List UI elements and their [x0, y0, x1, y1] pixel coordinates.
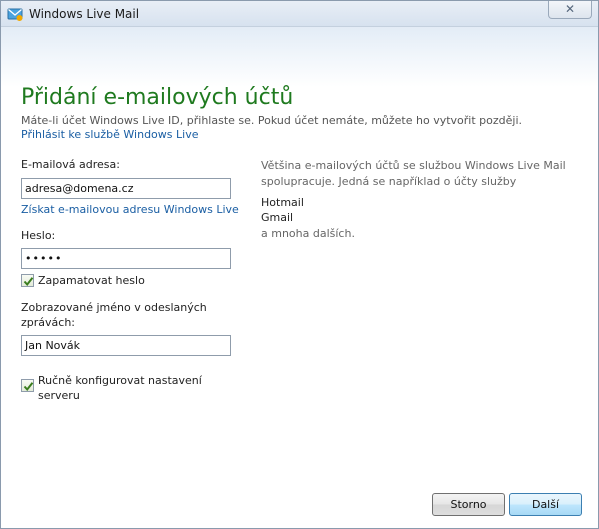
page-title: Přidání e-mailových účtů	[21, 85, 294, 110]
display-name-label-line2: zprávách:	[21, 316, 75, 329]
manual-config-checkbox[interactable]	[21, 379, 34, 392]
password-field[interactable]: •••••	[21, 248, 231, 269]
close-icon: ✕	[564, 2, 576, 16]
provider-gmail: Gmail	[261, 211, 294, 224]
remember-password-label[interactable]: Zapamatovat heslo	[38, 274, 145, 287]
info-text-line2: spolupracuje. Jedná se například o účty …	[261, 175, 517, 188]
get-email-link[interactable]: Získat e-mailovou adresu Windows Live	[21, 203, 239, 216]
dialog-window: Windows Live Mail ✕ Přidání e-mailových …	[0, 0, 599, 529]
header-band	[1, 27, 598, 87]
provider-hotmail: Hotmail	[261, 196, 304, 209]
checkmark-icon	[23, 277, 34, 287]
info-text-line1: Většina e-mailových účtů se službou Wind…	[261, 159, 566, 172]
password-label: Heslo:	[21, 229, 56, 242]
cancel-button[interactable]: Storno	[432, 493, 505, 516]
manual-config-label-line2[interactable]: serveru	[38, 389, 80, 402]
display-name-field[interactable]: Jan Novák	[21, 335, 231, 356]
remember-password-checkbox[interactable]	[21, 274, 34, 287]
windows-live-mail-icon	[7, 6, 23, 22]
email-label: E-mailová adresa:	[21, 158, 120, 171]
window-title: Windows Live Mail	[29, 7, 140, 21]
display-name-label-line1: Zobrazované jméno v odeslaných	[21, 301, 207, 314]
email-field[interactable]: adresa@domena.cz	[21, 178, 231, 199]
title-bar[interactable]: Windows Live Mail ✕	[1, 1, 598, 27]
intro-text: Máte-li účet Windows Live ID, přihlaste …	[21, 114, 523, 127]
signin-link[interactable]: Přihlásit ke službě Windows Live	[21, 128, 198, 141]
close-button[interactable]: ✕	[548, 1, 592, 19]
info-more: a mnoha dalších.	[261, 227, 355, 240]
checkmark-icon	[23, 382, 34, 392]
manual-config-label-line1[interactable]: Ručně konfigurovat nastavení	[38, 374, 202, 387]
next-button[interactable]: Další	[509, 493, 582, 516]
